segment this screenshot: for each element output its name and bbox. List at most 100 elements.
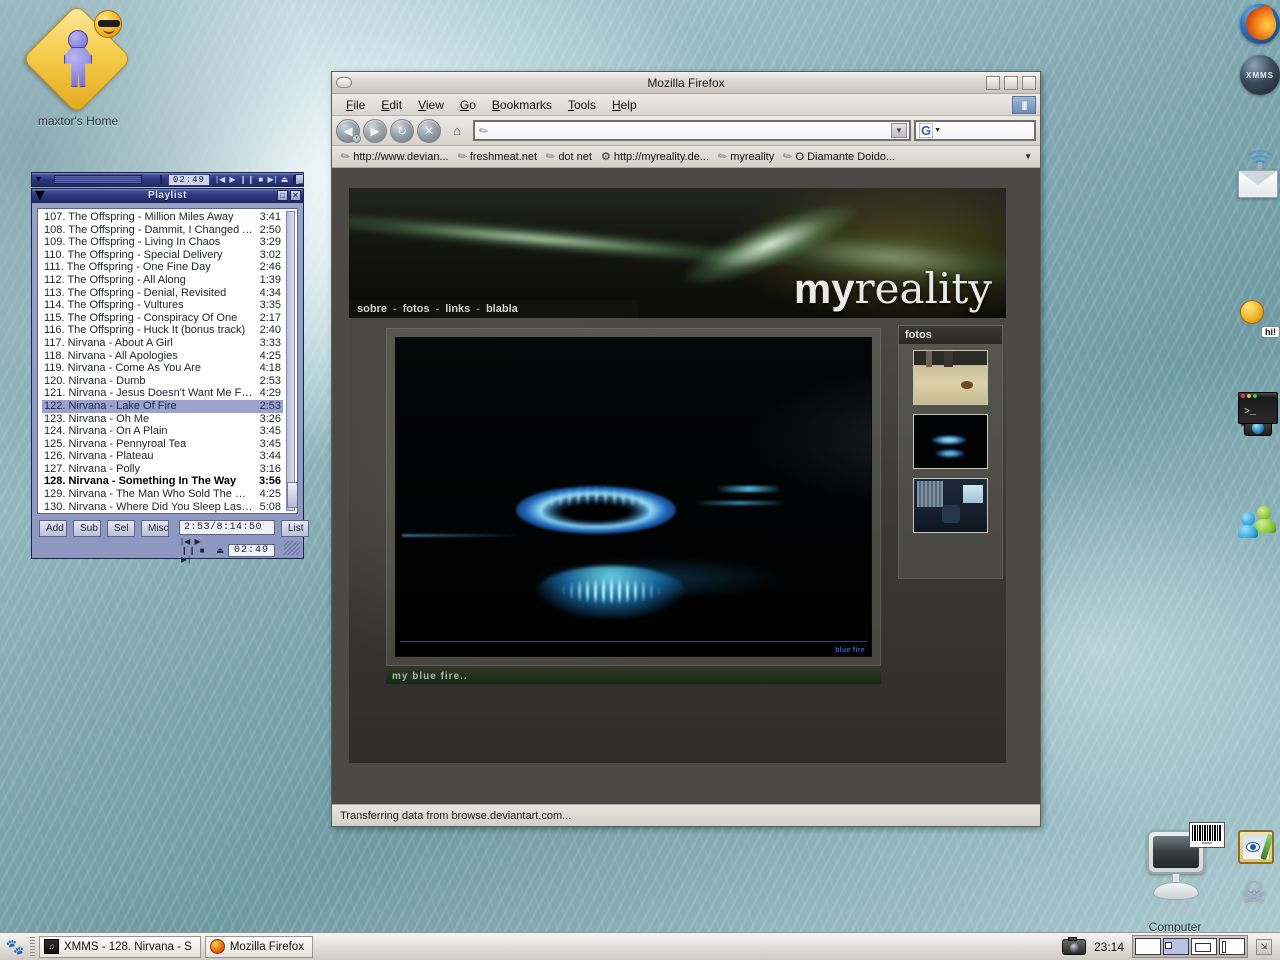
xmms-playlist-list[interactable]: 107. The Offspring - Million Miles Away 3… (37, 208, 298, 514)
desktop-icon-computer[interactable]: 000000 Computer (1115, 822, 1235, 934)
bookmark-item[interactable]: ✎ O Diamante Doido... (780, 149, 898, 164)
workspace-1[interactable] (1135, 938, 1161, 955)
bookmark-item[interactable]: ✎ http://www.devian... (338, 149, 452, 164)
firefox-titlebar[interactable]: Mozilla Firefox (332, 72, 1040, 94)
bookmark-item[interactable]: ✎ freshmeat.net (455, 149, 540, 164)
menu-tools[interactable]: Tools (560, 96, 604, 114)
playlist-row[interactable]: 121. Nirvana - Jesus Doesn't Want Me For… (42, 387, 283, 400)
playlist-row[interactable]: 126. Nirvana - Plateau 3:44 (42, 450, 283, 463)
playlist-row[interactable]: 130. Nirvana - Where Did You Sleep Last … (42, 501, 283, 513)
site-nav-link-blabla[interactable]: blabla (486, 303, 518, 315)
thumbnail-blue-fire[interactable] (913, 414, 988, 469)
playlist-row[interactable]: 122. Nirvana - Lake Of Fire 2:53 (42, 399, 283, 413)
playlist-row[interactable]: 119. Nirvana - Come As You Are 4:18 (42, 362, 283, 375)
playlist-row[interactable]: 127. Nirvana - Polly 3:16 (42, 463, 283, 476)
menu-file[interactable]: File (338, 96, 373, 114)
xmms-main-window-titlebar[interactable]: ▼ 02:49 |◀ ▶ ❙❙ ■ ▶| ⏏ _ □ ✕ (31, 172, 304, 187)
thumbnail-floor[interactable] (913, 350, 988, 405)
menu-view[interactable]: View (410, 96, 452, 114)
xmms-playlist-scrollbar-thumb[interactable] (287, 482, 297, 508)
url-dropdown-button[interactable]: ▼ (891, 123, 907, 138)
xmms-add-button[interactable]: Add (39, 520, 67, 537)
firefox-minimize-button[interactable] (986, 75, 1000, 90)
menu-go[interactable]: Go (452, 96, 484, 114)
firefox-icon[interactable] (1240, 4, 1280, 44)
playlist-row[interactable]: 124. Nirvana - On A Plain 3:45 (42, 425, 283, 438)
url-bar[interactable]: ✎ ▼ (473, 120, 911, 141)
home-button[interactable]: ⌂ (447, 121, 467, 141)
throbber-icon[interactable]: ||| (1012, 95, 1036, 114)
users-icon[interactable] (1238, 500, 1278, 540)
firefox-close-button[interactable] (1022, 75, 1036, 90)
browser-content-area[interactable]: myreality sobre-fotos-links-blabla (332, 168, 1040, 804)
reload-button[interactable]: ↻ (390, 118, 414, 143)
xmms-shade-chevron-icon[interactable]: ▼ (34, 175, 43, 184)
xmms-mini-transport-glyphs[interactable]: |◀ ▶ ❙❙ ■ ▶| (181, 537, 213, 564)
playlist-row[interactable]: 112. The Offspring - All Along 1:39 (42, 274, 283, 287)
search-bar[interactable]: G ▼ (914, 120, 1036, 141)
site-navigation[interactable]: sobre - fotos - links - blabla (349, 300, 639, 318)
url-input[interactable] (492, 123, 891, 138)
xmms-transport-controls[interactable]: |◀ ▶ ❙❙ ■ ▶| (216, 175, 278, 184)
xmms-window[interactable]: ▼ 02:49 |◀ ▶ ❙❙ ■ ▶| ⏏ _ □ ✕ ▼ Playlist … (31, 172, 309, 564)
xmms-resize-grip[interactable] (284, 541, 300, 555)
workspace-4[interactable] (1219, 938, 1245, 955)
playlist-row[interactable]: 108. The Offspring - Dammit, I Changed A… (42, 224, 283, 237)
playlist-row[interactable]: 107. The Offspring - Million Miles Away 3… (42, 211, 283, 224)
menu-help[interactable]: Help (604, 96, 645, 114)
search-engine-dropdown-icon[interactable]: ▼ (934, 127, 941, 134)
bookmark-item[interactable]: ⚙ http://myreality.de... (598, 149, 712, 164)
taskbar[interactable]: 🐾 ♫ XMMS - 128. Nirvana - S Mozilla Fire… (0, 932, 1280, 960)
back-button[interactable]: ◀ ▾ (336, 118, 361, 143)
playlist-row[interactable]: 109. The Offspring - Living In Chaos 3:29 (42, 236, 283, 249)
playlist-row[interactable]: 117. Nirvana - About A Girl 3:33 (42, 337, 283, 350)
playlist-row[interactable]: 116. The Offspring - Huck It (bonus trac… (42, 324, 283, 337)
playlist-row[interactable]: 123. Nirvana - Oh Me 3:26 (42, 413, 283, 426)
xmms-list-button[interactable]: List (281, 520, 309, 537)
start-menu-foot-icon[interactable]: 🐾 (4, 936, 26, 958)
bookmark-item[interactable]: ✎ dot net (543, 149, 595, 164)
desktop-icon-paint[interactable] (1238, 830, 1278, 864)
show-desktop-button[interactable]: ⇲ (1256, 938, 1272, 955)
playlist-row[interactable]: 115. The Offspring - Conspiracy Of One 2:… (42, 312, 283, 325)
taskbar-task-xmms[interactable]: ♫ XMMS - 128. Nirvana - S (39, 935, 201, 958)
xmms-sel-button[interactable]: Sel (107, 520, 135, 537)
xmms-eject-button[interactable]: ⏏ (281, 175, 289, 184)
playlist-row[interactable]: 129. Nirvana - The Man Who Sold The Worl… (42, 488, 283, 501)
workspace-3[interactable] (1191, 938, 1217, 955)
workspace-2[interactable] (1163, 938, 1189, 955)
xmms-mini-eject-button[interactable]: ⏏ (216, 546, 225, 555)
desktop-icon-home[interactable]: maxtor's Home (18, 3, 138, 128)
desktop-icon-skull[interactable]: ☠ (1238, 878, 1278, 912)
playlist-row[interactable]: 111. The Offspring - One Fine Day 2:46 (42, 261, 283, 274)
site-nav-link-links[interactable]: links (445, 303, 470, 315)
main-photo-blue-fire[interactable]: blue fire (395, 337, 872, 657)
menu-bookmarks[interactable]: Bookmarks (484, 96, 560, 114)
site-nav-link-fotos[interactable]: fotos (403, 303, 430, 315)
bookmarks-overflow-chevron-icon[interactable]: ▼ (1024, 152, 1034, 161)
terminal-icon[interactable]: >_ (1238, 388, 1278, 428)
firefox-maximize-button[interactable] (1004, 75, 1018, 90)
bookmark-item[interactable]: ✎ myreality (715, 149, 777, 164)
playlist-row[interactable]: 114. The Offspring - Vultures 3:35 (42, 299, 283, 312)
stop-button[interactable]: ✕ (417, 118, 441, 143)
playlist-row[interactable]: 113. The Offspring - Denial, Revisited 4:… (42, 287, 283, 300)
site-nav-link-sobre[interactable]: sobre (357, 303, 387, 315)
messenger-icon[interactable]: hi! (1238, 298, 1280, 338)
xmms-playlist-scrollbar[interactable] (286, 211, 297, 511)
xmms-icon[interactable]: XMMS (1240, 55, 1280, 95)
xmms-misc-button[interactable]: Misc (141, 520, 169, 537)
mail-icon[interactable] (1238, 164, 1278, 204)
menu-edit[interactable]: Edit (373, 96, 410, 114)
taskbar-task-firefox[interactable]: Mozilla Firefox (204, 935, 313, 958)
playlist-row[interactable]: 118. Nirvana - All Apologies 4:25 (42, 350, 283, 363)
firefox-menubar[interactable]: File Edit View Go Bookmarks Tools Help ||| (332, 94, 1040, 116)
forward-button[interactable]: ▶ (363, 118, 387, 143)
taskbar-grip[interactable] (30, 936, 35, 957)
xmms-mini-transport[interactable]: |◀ ▶ ❙❙ ■ ▶| ⏏ 02:49 (179, 537, 275, 564)
thumbnail-window[interactable] (913, 478, 988, 533)
playlist-row[interactable]: 120. Nirvana - Dumb 2:53 (42, 375, 283, 388)
xmms-minimize-button[interactable]: _ (295, 174, 303, 185)
firefox-window[interactable]: Mozilla Firefox File Edit View Go Bookmarks T… (331, 71, 1041, 827)
camera-tray-icon[interactable] (1061, 936, 1086, 955)
